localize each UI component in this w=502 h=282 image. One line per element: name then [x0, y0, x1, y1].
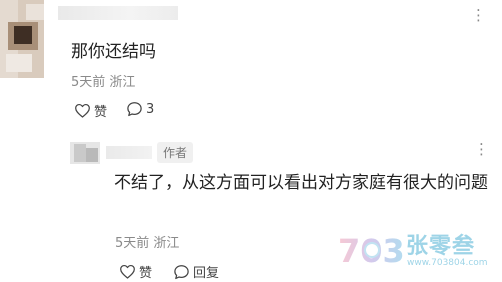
author-badge: 作者 — [157, 142, 194, 163]
like-button[interactable]: 赞 — [74, 101, 107, 120]
watermark-url: www.703804.com — [407, 258, 488, 268]
replies-button[interactable]: 3 — [126, 101, 154, 117]
watermark-logo: 703 — [338, 232, 405, 268]
author-name-blurred[interactable] — [106, 146, 152, 159]
watermark-name: 张零叁 — [406, 234, 476, 259]
reply-count: 3 — [146, 101, 155, 117]
commenter-name-blurred[interactable] — [58, 6, 178, 20]
like-label: 赞 — [94, 105, 108, 120]
reply-meta: 5天前 浙江 — [115, 232, 179, 251]
reply-time: 5天前 — [115, 236, 150, 251]
like-label: 赞 — [139, 266, 153, 281]
commenter-avatar[interactable] — [0, 0, 44, 78]
heart-outline-icon — [120, 264, 135, 279]
like-button[interactable]: 赞 — [119, 262, 152, 281]
speech-bubble-icon — [174, 264, 189, 279]
reply-location: 浙江 — [153, 236, 180, 251]
comment-time: 5天前 — [71, 75, 106, 90]
reply-text: 不结了，从这方面可以看出对方家庭有很大的问题 — [114, 173, 488, 193]
comment-meta: 5天前 浙江 — [71, 71, 135, 90]
author-avatar[interactable] — [70, 142, 100, 164]
heart-outline-icon — [75, 103, 90, 118]
comment-location: 浙江 — [109, 75, 136, 90]
speech-bubble-icon — [127, 102, 142, 117]
more-options-icon[interactable]: ⋮ — [474, 142, 490, 157]
reply-button[interactable]: 回复 — [173, 262, 219, 281]
reply-label: 回复 — [193, 266, 220, 281]
comment-text: 那你还结吗 — [71, 42, 156, 62]
more-options-icon[interactable]: ⋮ — [471, 8, 487, 23]
site-watermark: 703 张零叁 www.703804.com — [336, 228, 502, 274]
